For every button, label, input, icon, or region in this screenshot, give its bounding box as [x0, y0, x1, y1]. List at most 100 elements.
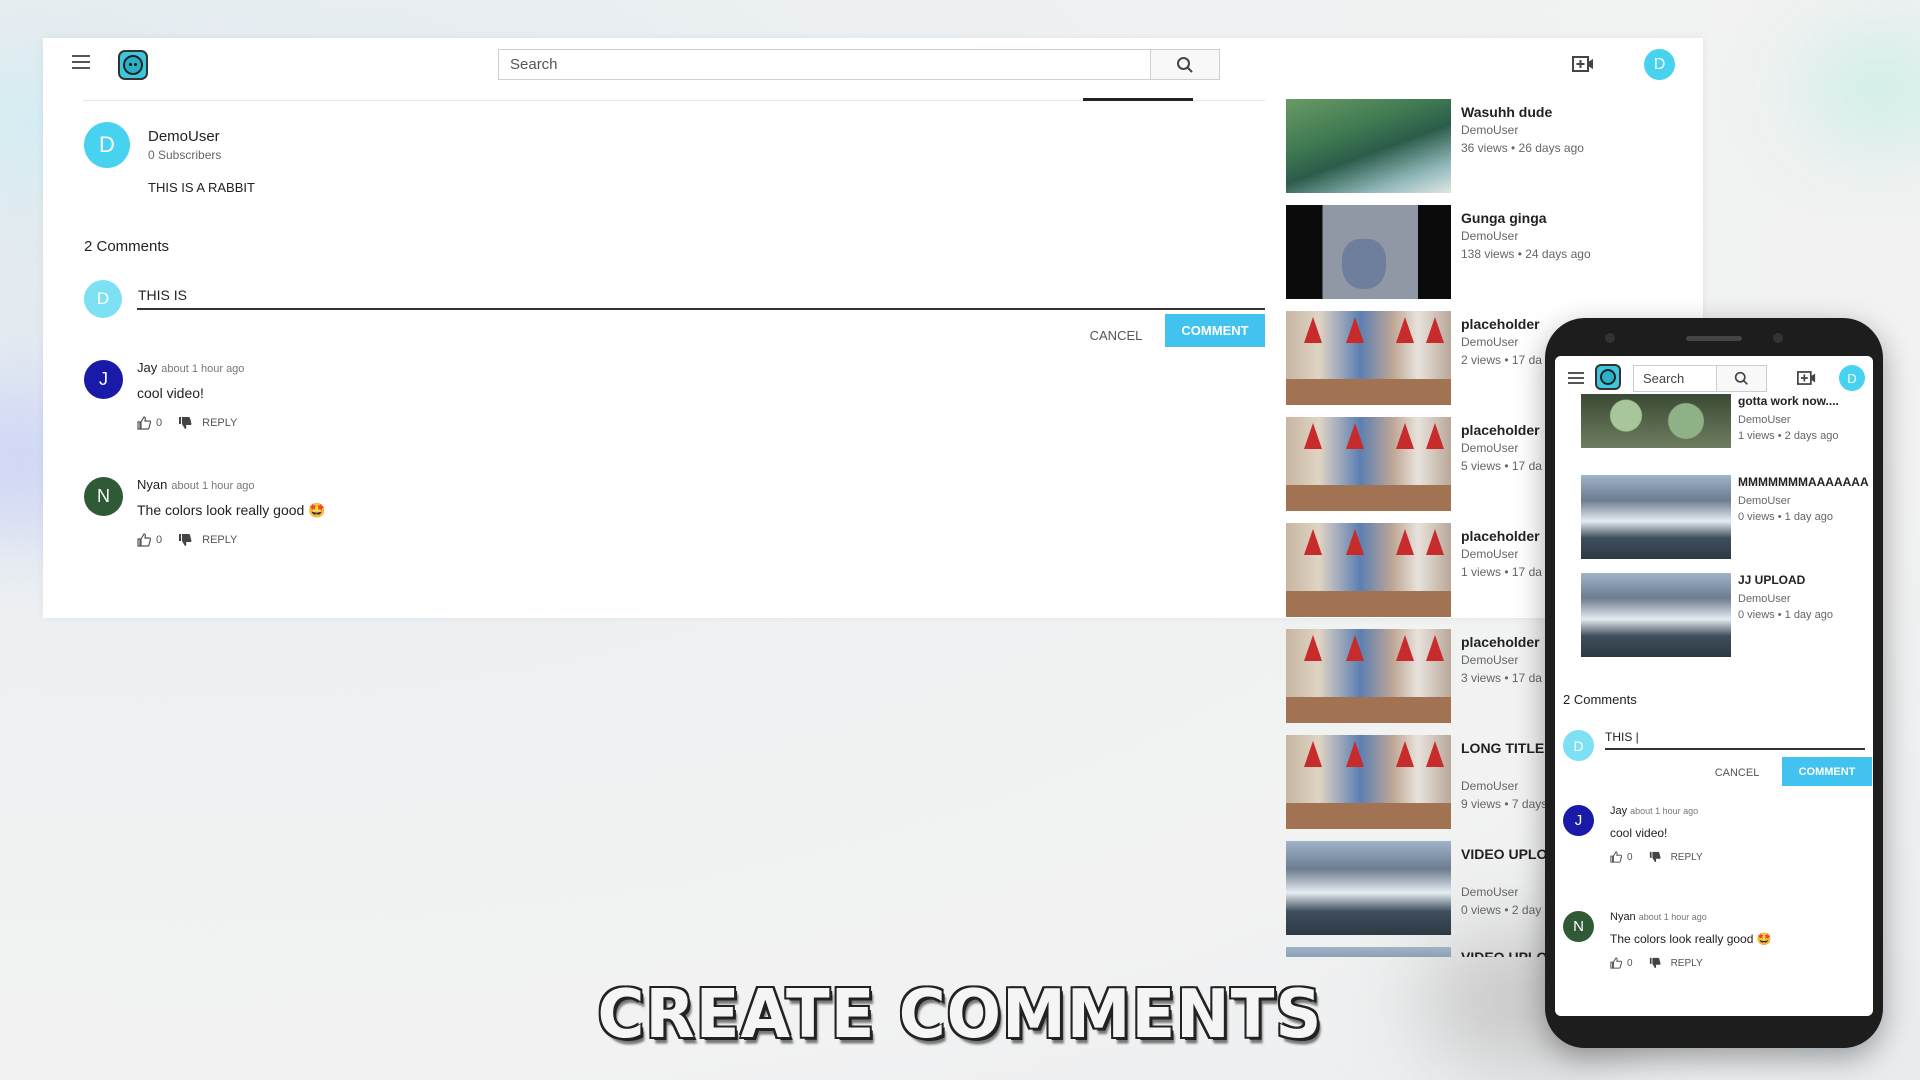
video-title[interactable]: MMMMMMMAAAAAAA: [1738, 475, 1869, 489]
comment-item: J Jay about 1 hour ago cool video! 0 REPL…: [1563, 805, 1863, 885]
reply-button[interactable]: REPLY: [1671, 958, 1703, 969]
top-bar: Search D: [43, 38, 1703, 90]
comment-author[interactable]: Nyan: [1610, 911, 1636, 923]
thumbs-down-icon[interactable]: [1649, 957, 1661, 969]
comment-text: cool video!: [137, 385, 204, 401]
comment-input[interactable]: [137, 282, 1265, 310]
comment-author[interactable]: Nyan: [137, 477, 167, 492]
menu-icon[interactable]: [1568, 372, 1584, 384]
video-channel: DemoUser: [1461, 885, 1519, 899]
search-button[interactable]: [1717, 365, 1767, 392]
reply-button[interactable]: REPLY: [202, 534, 237, 546]
video-thumbnail[interactable]: [1286, 311, 1451, 405]
video-caption-overlay: CREATE COMMENTS: [597, 976, 1323, 1054]
thumbs-down-icon[interactable]: [178, 416, 192, 430]
video-thumbnail[interactable]: [1286, 735, 1451, 829]
reply-button[interactable]: REPLY: [1671, 852, 1703, 863]
thumbs-up-icon[interactable]: [137, 533, 151, 547]
comment-actions: 0 REPLY: [1610, 851, 1703, 863]
commenter-avatar[interactable]: N: [1563, 911, 1594, 942]
user-avatar[interactable]: D: [1644, 49, 1675, 80]
video-description: THIS IS A RABBIT: [148, 180, 255, 195]
comment-text: The colors look really good 🤩: [137, 502, 326, 518]
video-meta: 36 views • 26 days ago: [1461, 141, 1584, 155]
video-title[interactable]: Gunga ginga: [1461, 209, 1711, 228]
phone-speaker: [1686, 336, 1742, 341]
related-video[interactable]: gotta work now.... DemoUser 1 views • 2 …: [1581, 394, 1873, 470]
thumbs-up-icon[interactable]: [137, 416, 151, 430]
related-video[interactable]: JJ UPLOAD DemoUser 0 views • 1 day ago: [1581, 573, 1873, 657]
channel-avatar[interactable]: D: [84, 122, 130, 168]
video-meta: 0 views • 1 day ago: [1738, 511, 1833, 523]
video-thumbnail[interactable]: [1581, 475, 1731, 559]
video-thumbnail[interactable]: [1286, 417, 1451, 511]
video-title[interactable]: gotta work now....: [1738, 394, 1839, 408]
video-thumbnail[interactable]: [1286, 205, 1451, 299]
video-thumbnail[interactable]: [1286, 841, 1451, 935]
comment-text: cool video!: [1610, 826, 1668, 840]
comment-submit-button[interactable]: COMMENT: [1165, 314, 1265, 347]
app-logo[interactable]: [118, 50, 148, 80]
related-video[interactable]: Wasuhh dude DemoUser 36 views • 26 days …: [1286, 99, 1706, 193]
video-meta: 1 views • 2 days ago: [1738, 430, 1839, 442]
commenter-avatar[interactable]: N: [84, 477, 123, 516]
search-input[interactable]: Search: [1633, 365, 1717, 392]
related-video[interactable]: Gunga ginga DemoUser 138 views • 24 days…: [1286, 205, 1706, 299]
mobile-phone-mockup: Search D gotta work now.... DemoUser 1 v…: [1545, 318, 1883, 1048]
like-count: 0: [156, 534, 163, 546]
video-channel: DemoUser: [1738, 593, 1791, 605]
video-channel: DemoUser: [1738, 414, 1791, 426]
video-meta: 1 views • 17 da: [1461, 565, 1542, 579]
comment-author[interactable]: Jay: [1610, 805, 1627, 817]
video-channel: DemoUser: [1461, 229, 1519, 243]
channel-name[interactable]: DemoUser: [148, 128, 220, 145]
video-thumbnail[interactable]: [1286, 99, 1451, 193]
commenter-avatar[interactable]: J: [1563, 805, 1594, 836]
like-count: 0: [1627, 851, 1633, 863]
video-meta: 138 views • 24 days ago: [1461, 247, 1591, 261]
comments-count: 2 Comments: [84, 238, 170, 255]
related-video[interactable]: MMMMMMMAAAAAAA DemoUser 0 views • 1 day …: [1581, 475, 1873, 559]
video-thumbnail[interactable]: [1286, 947, 1451, 957]
like-count: 0: [1627, 957, 1633, 969]
comment-submit-button[interactable]: COMMENT: [1782, 757, 1872, 786]
search-icon: [1734, 371, 1748, 385]
thumbs-down-icon[interactable]: [178, 533, 192, 547]
video-title[interactable]: JJ UPLOAD: [1738, 573, 1805, 587]
reply-button[interactable]: REPLY: [202, 417, 237, 429]
video-thumbnail[interactable]: [1581, 394, 1731, 448]
menu-icon[interactable]: [72, 55, 90, 69]
commenter-avatar[interactable]: J: [84, 360, 123, 399]
user-avatar[interactable]: D: [1839, 365, 1865, 391]
cancel-button[interactable]: CANCEL: [1705, 759, 1769, 787]
video-upload-icon[interactable]: [1797, 370, 1816, 386]
comment-time: about 1 hour ago: [1638, 912, 1707, 922]
search-input[interactable]: Search: [498, 49, 1151, 80]
comment-input[interactable]: [1605, 726, 1865, 750]
video-thumbnail[interactable]: [1286, 629, 1451, 723]
video-channel: DemoUser: [1461, 547, 1519, 561]
comments-count: 2 Comments: [1563, 692, 1637, 707]
video-meta: 0 views • 1 day ago: [1738, 609, 1833, 621]
phone-camera: [1605, 333, 1615, 343]
video-thumbnail[interactable]: [1286, 523, 1451, 617]
thumbs-up-icon[interactable]: [1610, 957, 1622, 969]
video-title[interactable]: Wasuhh dude: [1461, 103, 1711, 122]
comment-time: about 1 hour ago: [1630, 806, 1699, 816]
app-logo[interactable]: [1595, 364, 1621, 390]
video-thumbnail[interactable]: [1581, 573, 1731, 657]
comment-actions: 0 REPLY: [1610, 957, 1703, 969]
thumbs-up-icon[interactable]: [1610, 851, 1622, 863]
video-meta: 0 views • 2 day: [1461, 903, 1542, 917]
divider: [83, 98, 1265, 101]
video-channel: DemoUser: [1461, 441, 1519, 455]
video-upload-icon[interactable]: [1572, 55, 1594, 73]
comment-author[interactable]: Jay: [137, 360, 157, 375]
search-button[interactable]: [1151, 49, 1220, 80]
video-meta: 2 views • 17 da: [1461, 353, 1542, 367]
thumbs-down-icon[interactable]: [1649, 851, 1661, 863]
active-indicator: [1083, 98, 1193, 101]
background-blob: [1800, 30, 1920, 150]
desktop-window: Search D D DemoUser 0 Subscribers THIS I…: [43, 38, 1703, 618]
cancel-button[interactable]: CANCEL: [1080, 319, 1152, 352]
